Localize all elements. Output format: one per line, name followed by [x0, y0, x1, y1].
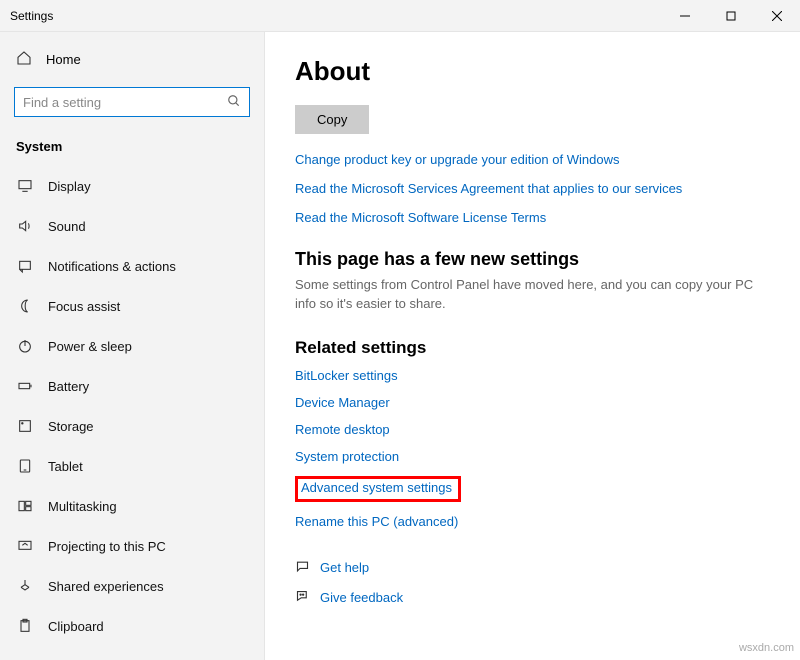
sidebar-item-projecting-to-this-pc[interactable]: Projecting to this PC	[0, 526, 264, 566]
related-heading: Related settings	[295, 338, 776, 358]
battery-icon	[16, 377, 34, 395]
sidebar-item-battery[interactable]: Battery	[0, 366, 264, 406]
sidebar-item-multitasking[interactable]: Multitasking	[0, 486, 264, 526]
share-icon	[16, 577, 34, 595]
sidebar-item-label: Clipboard	[48, 619, 104, 634]
moon-icon	[16, 297, 34, 315]
search-input[interactable]	[23, 95, 227, 110]
sidebar-item-label: Tablet	[48, 459, 83, 474]
sidebar-item-label: Power & sleep	[48, 339, 132, 354]
clipboard-icon	[16, 617, 34, 635]
display-icon	[16, 177, 34, 195]
give-feedback-row[interactable]: Give feedback	[295, 589, 776, 607]
tablet-icon	[16, 457, 34, 475]
main-content: About Copy Change product key or upgrade…	[265, 32, 800, 660]
search-icon	[227, 94, 241, 111]
page-title: About	[295, 56, 776, 87]
sidebar-item-label: Focus assist	[48, 299, 120, 314]
home-nav[interactable]: Home	[0, 40, 264, 79]
sidebar-item-label: Display	[48, 179, 91, 194]
titlebar: Settings	[0, 0, 800, 32]
related-link-rename-this-pc-advanced-[interactable]: Rename this PC (advanced)	[295, 514, 776, 529]
get-help-row[interactable]: Get help	[295, 559, 776, 577]
maximize-button[interactable]	[708, 0, 754, 32]
notifications-icon	[16, 257, 34, 275]
sidebar-item-shared-experiences[interactable]: Shared experiences	[0, 566, 264, 606]
related-link-advanced-system-settings[interactable]: Advanced system settings	[301, 480, 452, 495]
section-label: System	[0, 131, 264, 166]
home-icon	[16, 50, 32, 69]
sidebar: Home System Display Sound Notifications & …	[0, 32, 265, 660]
sidebar-item-label: Storage	[48, 419, 94, 434]
sidebar-item-tablet[interactable]: Tablet	[0, 446, 264, 486]
chat-icon	[295, 559, 310, 577]
copy-button[interactable]: Copy	[295, 105, 369, 134]
about-link-2[interactable]: Read the Microsoft Software License Term…	[295, 210, 776, 225]
storage-icon	[16, 417, 34, 435]
about-link-1[interactable]: Read the Microsoft Services Agreement th…	[295, 181, 776, 196]
sidebar-item-label: Battery	[48, 379, 89, 394]
power-icon	[16, 337, 34, 355]
search-box[interactable]	[14, 87, 250, 117]
give-feedback-link[interactable]: Give feedback	[320, 590, 403, 605]
new-settings-heading: This page has a few new settings	[295, 249, 776, 270]
related-link-bitlocker-settings[interactable]: BitLocker settings	[295, 368, 776, 383]
minimize-button[interactable]	[662, 0, 708, 32]
close-button[interactable]	[754, 0, 800, 32]
home-label: Home	[46, 52, 81, 67]
new-settings-desc: Some settings from Control Panel have mo…	[295, 276, 776, 314]
related-link-device-manager[interactable]: Device Manager	[295, 395, 776, 410]
sidebar-item-label: Notifications & actions	[48, 259, 176, 274]
highlight-box: Advanced system settings	[295, 476, 461, 502]
related-link-system-protection[interactable]: System protection	[295, 449, 776, 464]
sidebar-item-focus-assist[interactable]: Focus assist	[0, 286, 264, 326]
window-title: Settings	[0, 9, 53, 23]
get-help-link[interactable]: Get help	[320, 560, 369, 575]
sidebar-item-clipboard[interactable]: Clipboard	[0, 606, 264, 646]
window-controls	[662, 0, 800, 32]
sidebar-item-label: Shared experiences	[48, 579, 164, 594]
sound-icon	[16, 217, 34, 235]
sidebar-item-storage[interactable]: Storage	[0, 406, 264, 446]
related-link-remote-desktop[interactable]: Remote desktop	[295, 422, 776, 437]
about-link-0[interactable]: Change product key or upgrade your editi…	[295, 152, 776, 167]
sidebar-item-power-sleep[interactable]: Power & sleep	[0, 326, 264, 366]
watermark: wsxdn.com	[739, 642, 794, 654]
project-icon	[16, 537, 34, 555]
sidebar-item-label: Sound	[48, 219, 86, 234]
multitasking-icon	[16, 497, 34, 515]
sidebar-item-sound[interactable]: Sound	[0, 206, 264, 246]
sidebar-item-display[interactable]: Display	[0, 166, 264, 206]
sidebar-item-notifications-actions[interactable]: Notifications & actions	[0, 246, 264, 286]
feedback-icon	[295, 589, 310, 607]
sidebar-item-label: Projecting to this PC	[48, 539, 166, 554]
sidebar-item-label: Multitasking	[48, 499, 117, 514]
